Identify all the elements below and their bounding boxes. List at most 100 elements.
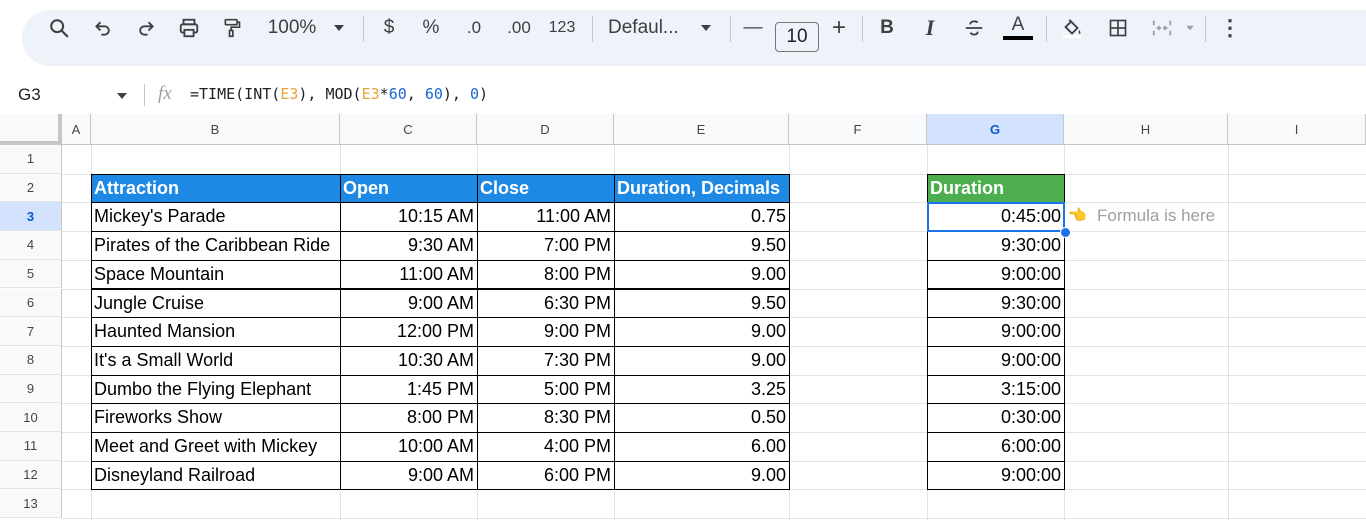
row-header-3[interactable]: 3 — [0, 202, 62, 232]
row-header-8[interactable]: 8 — [0, 345, 62, 375]
fill-handle[interactable] — [1060, 227, 1071, 239]
font-family-dropdown[interactable] — [696, 0, 716, 56]
table-cell[interactable]: 12:00 PM — [340, 317, 477, 346]
table-cell[interactable]: 8:30 PM — [477, 403, 614, 432]
table-cell[interactable]: Jungle Cruise — [91, 289, 340, 318]
print-button[interactable] — [175, 0, 203, 56]
row-header-7[interactable]: 7 — [0, 317, 62, 346]
search-button[interactable] — [44, 0, 74, 56]
column-header-d[interactable]: D — [477, 114, 614, 145]
duration-cell[interactable]: 9:00:00 — [927, 346, 1064, 375]
text-color-button[interactable]: A — [1002, 0, 1034, 56]
duration-cell[interactable]: 6:00:00 — [927, 432, 1064, 461]
table-cell[interactable]: Space Mountain — [91, 260, 340, 289]
duration-header-cell[interactable]: Duration — [927, 173, 1064, 203]
table-cell[interactable]: 9.00 — [614, 346, 789, 375]
table-cell[interactable]: Dumbo the Flying Elephant — [91, 375, 340, 404]
table-cell[interactable]: 9.00 — [614, 260, 789, 289]
duration-cell[interactable]: 9:00:00 — [927, 461, 1064, 490]
row-header-13[interactable]: 13 — [0, 489, 62, 519]
row-header-11[interactable]: 11 — [0, 432, 62, 461]
column-header-c[interactable]: C — [340, 114, 477, 145]
font-size-decrease-button[interactable]: — — [742, 0, 764, 56]
borders-button[interactable] — [1105, 0, 1131, 56]
number-format-button[interactable]: 123 — [546, 0, 578, 56]
table-cell[interactable]: 9:30 AM — [340, 231, 477, 260]
table-cell[interactable]: 9:00 AM — [340, 289, 477, 318]
row-header-1[interactable]: 1 — [0, 145, 62, 174]
duration-cell[interactable]: 9:00:00 — [927, 260, 1064, 289]
table-cell[interactable]: 8:00 PM — [477, 260, 614, 289]
font-size-input[interactable]: 10 — [775, 22, 819, 52]
table-cell[interactable]: 10:00 AM — [340, 432, 477, 461]
paint-format-button[interactable] — [219, 0, 245, 56]
table-cell[interactable]: 9:00 PM — [477, 317, 614, 346]
table-cell[interactable]: Fireworks Show — [91, 403, 340, 432]
row-header-5[interactable]: 5 — [0, 259, 62, 289]
table-cell[interactable]: 11:00 AM — [340, 260, 477, 289]
table-cell[interactable]: 10:15 AM — [340, 202, 477, 231]
more-options-button[interactable]: ⋮ — [1218, 0, 1242, 56]
font-size-increase-button[interactable]: + — [827, 0, 851, 56]
strikethrough-button[interactable] — [962, 0, 986, 56]
table-cell[interactable]: 9.00 — [614, 461, 789, 490]
column-header-g[interactable]: G — [927, 114, 1064, 145]
select-all-corner[interactable] — [0, 114, 62, 145]
spreadsheet-grid[interactable]: A B C D E F G H I 1 2 3 4 5 6 7 8 9 10 11 12 13 Attraction Open… — [0, 114, 1366, 520]
merge-cells-button[interactable] — [1148, 0, 1176, 56]
table-cell[interactable]: Haunted Mansion — [91, 317, 340, 346]
duration-cell[interactable]: 9:30:00 — [927, 289, 1064, 318]
table-header-cell[interactable]: Duration, Decimals — [614, 173, 789, 203]
duration-cell[interactable]: 0:30:00 — [927, 403, 1064, 432]
table-cell[interactable]: 4:00 PM — [477, 432, 614, 461]
row-header-12[interactable]: 12 — [0, 460, 62, 490]
bold-button[interactable]: B — [876, 0, 898, 56]
currency-button[interactable]: $ — [377, 0, 401, 56]
table-cell[interactable]: 8:00 PM — [340, 403, 477, 432]
table-cell[interactable]: Meet and Greet with Mickey — [91, 432, 340, 461]
increase-decimal-button[interactable]: .00 — [502, 0, 536, 56]
zoom-dropdown[interactable] — [329, 0, 349, 56]
duration-cell[interactable]: 9:30:00 — [927, 231, 1064, 260]
table-cell[interactable]: 9.00 — [614, 317, 789, 346]
table-cell[interactable]: Pirates of the Caribbean Ride — [91, 231, 340, 260]
table-cell[interactable]: It's a Small World — [91, 346, 340, 375]
column-header-f[interactable]: F — [789, 114, 927, 145]
table-cell[interactable]: 6.00 — [614, 432, 789, 461]
table-cell[interactable]: 0.75 — [614, 202, 789, 231]
row-header-9[interactable]: 9 — [0, 374, 62, 404]
column-header-h[interactable]: H — [1064, 114, 1228, 145]
column-header-e[interactable]: E — [614, 114, 789, 145]
column-header-i[interactable]: I — [1228, 114, 1366, 145]
table-cell[interactable]: 3.25 — [614, 375, 789, 404]
duration-cell[interactable]: 3:15:00 — [927, 375, 1064, 404]
italic-button[interactable]: I — [919, 0, 941, 56]
name-box[interactable]: G3 — [18, 85, 41, 105]
column-header-b[interactable]: B — [91, 114, 340, 145]
percent-button[interactable]: % — [418, 0, 444, 56]
font-family-select[interactable]: Defaul... — [608, 0, 688, 56]
undo-button[interactable] — [90, 0, 116, 56]
table-cell[interactable]: 9.50 — [614, 289, 789, 318]
zoom-select[interactable]: 100% — [262, 0, 322, 56]
row-header-2[interactable]: 2 — [0, 173, 62, 203]
table-cell[interactable]: 5:00 PM — [477, 375, 614, 404]
decrease-decimal-button[interactable]: .0 — [458, 0, 490, 56]
table-header-cell[interactable]: Close — [477, 173, 614, 203]
dropdown-icon[interactable] — [116, 92, 128, 100]
duration-cell[interactable]: 9:00:00 — [927, 317, 1064, 346]
table-cell[interactable]: 0.50 — [614, 403, 789, 432]
table-cell[interactable]: 7:00 PM — [477, 231, 614, 260]
formula-input[interactable]: =TIME(INT(E3), MOD(E3*60, 60), 0) — [190, 85, 488, 103]
table-cell[interactable]: 9:00 AM — [340, 461, 477, 490]
table-cell[interactable]: 6:00 PM — [477, 461, 614, 490]
table-cell[interactable]: Disneyland Railroad — [91, 461, 340, 490]
table-cell[interactable]: 10:30 AM — [340, 346, 477, 375]
table-cell[interactable]: 11:00 AM — [477, 202, 614, 231]
table-cell[interactable]: 1:45 PM — [340, 375, 477, 404]
row-header-6[interactable]: 6 — [0, 288, 62, 318]
fill-color-button[interactable] — [1058, 0, 1086, 56]
table-cell[interactable]: Mickey's Parade — [91, 202, 340, 231]
redo-button[interactable] — [133, 0, 159, 56]
row-header-4[interactable]: 4 — [0, 231, 62, 260]
